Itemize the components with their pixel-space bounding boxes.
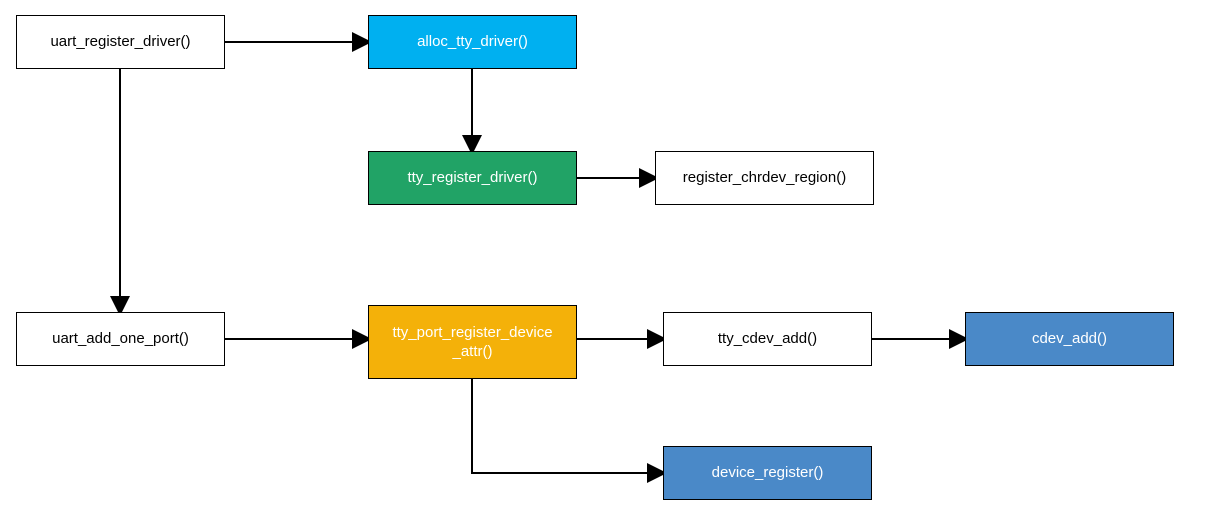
node-register-chrdev-region: register_chrdev_region() [655,151,874,205]
node-label: uart_add_one_port() [52,329,189,349]
node-label: tty_register_driver() [407,168,537,188]
arrow [472,379,663,473]
node-label: uart_register_driver() [50,32,190,52]
node-alloc-tty-driver: alloc_tty_driver() [368,15,577,69]
node-label: register_chrdev_region() [683,168,846,188]
arrows-layer [0,0,1207,523]
node-tty-port-register-device-attr: tty_port_register_device_attr() [368,305,577,379]
node-label: alloc_tty_driver() [417,32,528,52]
node-label: tty_port_register_device_attr() [392,323,552,362]
node-uart-add-one-port: uart_add_one_port() [16,312,225,366]
node-tty-cdev-add: tty_cdev_add() [663,312,872,366]
node-tty-register-driver: tty_register_driver() [368,151,577,205]
node-device-register: device_register() [663,446,872,500]
node-label: cdev_add() [1032,329,1107,349]
node-uart-register-driver: uart_register_driver() [16,15,225,69]
node-label: tty_cdev_add() [718,329,817,349]
node-label: device_register() [712,463,824,483]
node-cdev-add: cdev_add() [965,312,1174,366]
